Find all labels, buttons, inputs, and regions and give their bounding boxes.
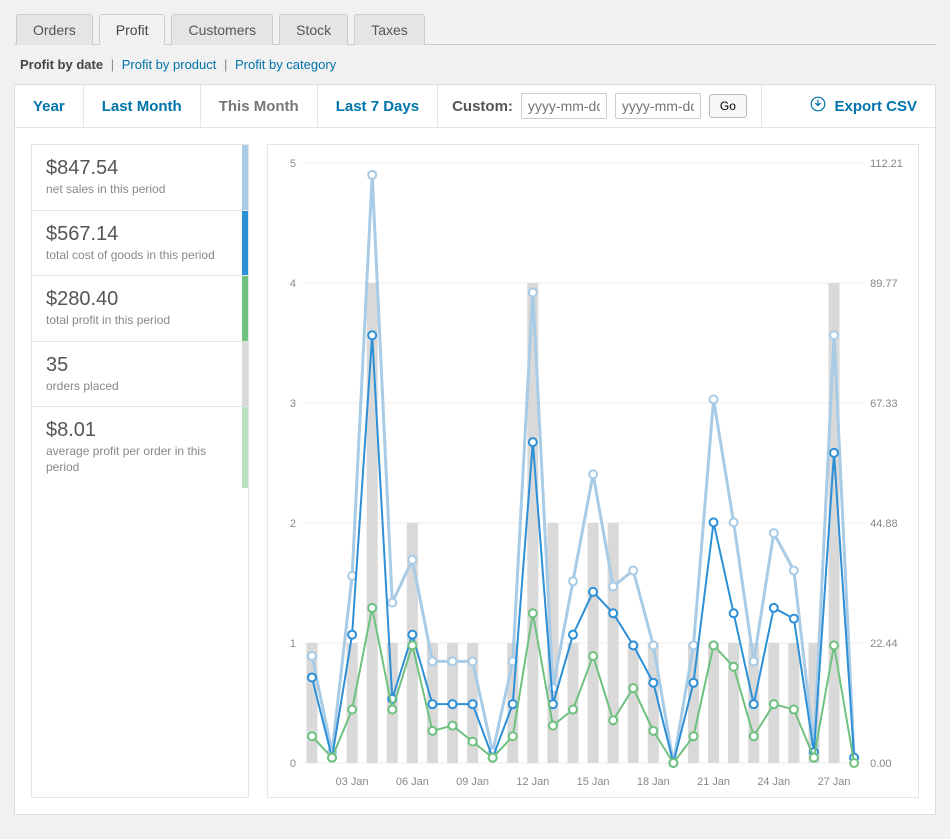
report-tabs: OrdersProfitCustomersStockTaxes: [14, 14, 936, 45]
stat-color-bar: [242, 407, 248, 487]
summary-stats: $847.54 net sales in this period $567.14 to…: [31, 144, 249, 798]
range-tab-last-month[interactable]: Last Month: [84, 85, 201, 127]
svg-text:67.33: 67.33: [870, 398, 897, 410]
date-range-bar: YearLast MonthThis MonthLast 7 Days Cust…: [15, 85, 935, 128]
profit-chart: 0 1 2 3 4 5 0.00 22.44 44.88 67.33 89.77 112.21 03 J…: [267, 144, 919, 798]
tab-stock[interactable]: Stock: [279, 14, 348, 45]
tab-taxes[interactable]: Taxes: [354, 14, 425, 45]
svg-text:27 Jan: 27 Jan: [818, 776, 851, 788]
profit-subnav: Profit by date | Profit by product | Pro…: [14, 45, 936, 84]
custom-label: Custom:: [452, 98, 513, 115]
stat-value: $847.54: [46, 157, 228, 180]
range-tab-this-month[interactable]: This Month: [201, 85, 318, 127]
custom-range-cell: Custom: Go: [438, 85, 762, 127]
svg-text:1: 1: [290, 638, 296, 650]
tab-profit[interactable]: Profit: [99, 14, 166, 45]
download-icon: [810, 96, 826, 116]
stat-value: 35: [46, 354, 228, 377]
separator: |: [224, 57, 227, 72]
subnav-by-category[interactable]: Profit by category: [235, 57, 336, 72]
subnav-by-product[interactable]: Profit by product: [122, 57, 217, 72]
stat-label: net sales in this period: [46, 182, 228, 198]
svg-text:112.21: 112.21: [870, 158, 903, 170]
svg-text:09 Jan: 09 Jan: [456, 776, 489, 788]
report-panel: YearLast MonthThis MonthLast 7 Days Cust…: [14, 84, 936, 815]
range-tab-last-7-days[interactable]: Last 7 Days: [318, 85, 438, 127]
stat-value: $8.01: [46, 419, 228, 442]
svg-text:0.00: 0.00: [870, 758, 891, 770]
svg-text:2: 2: [290, 518, 296, 530]
svg-text:4: 4: [290, 278, 296, 290]
svg-text:5: 5: [290, 158, 296, 170]
stat-color-bar: [242, 342, 248, 407]
svg-text:22.44: 22.44: [870, 638, 897, 650]
custom-date-from[interactable]: [521, 93, 607, 119]
subnav-current: Profit by date: [20, 57, 103, 72]
stat-label: total cost of goods in this period: [46, 248, 228, 264]
stat-item[interactable]: $847.54 net sales in this period: [32, 145, 248, 211]
svg-text:89.77: 89.77: [870, 278, 897, 290]
svg-text:0: 0: [290, 758, 296, 770]
stat-label: total profit in this period: [46, 313, 228, 329]
stat-label: average profit per order in this period: [46, 444, 228, 475]
custom-date-to[interactable]: [615, 93, 701, 119]
svg-text:3: 3: [290, 398, 296, 410]
svg-text:06 Jan: 06 Jan: [396, 776, 429, 788]
range-tab-year[interactable]: Year: [15, 85, 84, 127]
svg-text:24 Jan: 24 Jan: [757, 776, 790, 788]
stat-value: $280.40: [46, 288, 228, 311]
stat-color-bar: [242, 276, 248, 341]
export-csv-button[interactable]: Export CSV: [792, 85, 935, 127]
stat-label: orders placed: [46, 379, 228, 395]
tab-customers[interactable]: Customers: [171, 14, 273, 45]
svg-text:44.88: 44.88: [870, 518, 897, 530]
export-csv-label: Export CSV: [834, 98, 917, 115]
svg-text:15 Jan: 15 Jan: [577, 776, 610, 788]
svg-text:12 Jan: 12 Jan: [516, 776, 549, 788]
stat-item[interactable]: 35 orders placed: [32, 342, 248, 408]
stat-value: $567.14: [46, 223, 228, 246]
stat-color-bar: [242, 145, 248, 210]
stat-item[interactable]: $280.40 total profit in this period: [32, 276, 248, 342]
separator: |: [111, 57, 114, 72]
svg-text:03 Jan: 03 Jan: [336, 776, 369, 788]
tab-orders[interactable]: Orders: [16, 14, 93, 45]
svg-text:21 Jan: 21 Jan: [697, 776, 730, 788]
stat-color-bar: [242, 211, 248, 276]
stat-item[interactable]: $567.14 total cost of goods in this perio…: [32, 211, 248, 277]
custom-go-button[interactable]: Go: [709, 94, 747, 118]
svg-text:18 Jan: 18 Jan: [637, 776, 670, 788]
stat-item[interactable]: $8.01average profit per order in this pe…: [32, 407, 248, 487]
